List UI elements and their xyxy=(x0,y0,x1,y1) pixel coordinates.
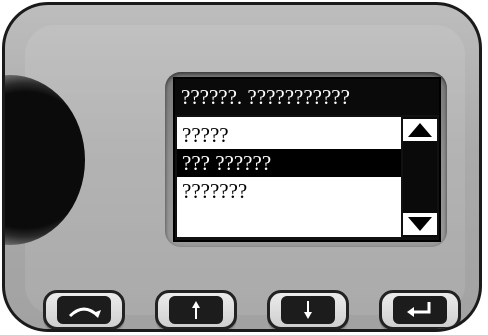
arrow-up-icon xyxy=(192,301,200,319)
menu-list: ????? ??? ?????? ??????? xyxy=(177,117,401,237)
arrow-down-icon xyxy=(304,301,312,319)
lcd-screen: ??????. ??????????? ????? ??? ?????? ???… xyxy=(173,77,441,242)
device-body: ??????. ??????????? ????? ??? ?????? ???… xyxy=(2,2,482,332)
menu-item[interactable]: ??????? xyxy=(177,177,401,205)
up-button[interactable] xyxy=(155,290,237,329)
back-button[interactable] xyxy=(43,290,125,329)
enter-arrow-icon xyxy=(407,302,431,317)
menu-item-selected[interactable]: ??? ?????? xyxy=(177,149,401,177)
screen-title: ??????. ??????????? xyxy=(175,79,439,115)
curved-arrow-icon xyxy=(68,307,101,318)
scroll-down-button[interactable] xyxy=(403,213,437,235)
down-button[interactable] xyxy=(267,290,349,329)
triangle-down-icon xyxy=(408,217,432,231)
triangle-up-icon xyxy=(408,123,432,137)
enter-button[interactable] xyxy=(379,290,461,329)
scroll-up-button[interactable] xyxy=(403,119,437,141)
menu-item[interactable]: ????? xyxy=(177,121,401,149)
scrollbar[interactable] xyxy=(403,117,437,237)
